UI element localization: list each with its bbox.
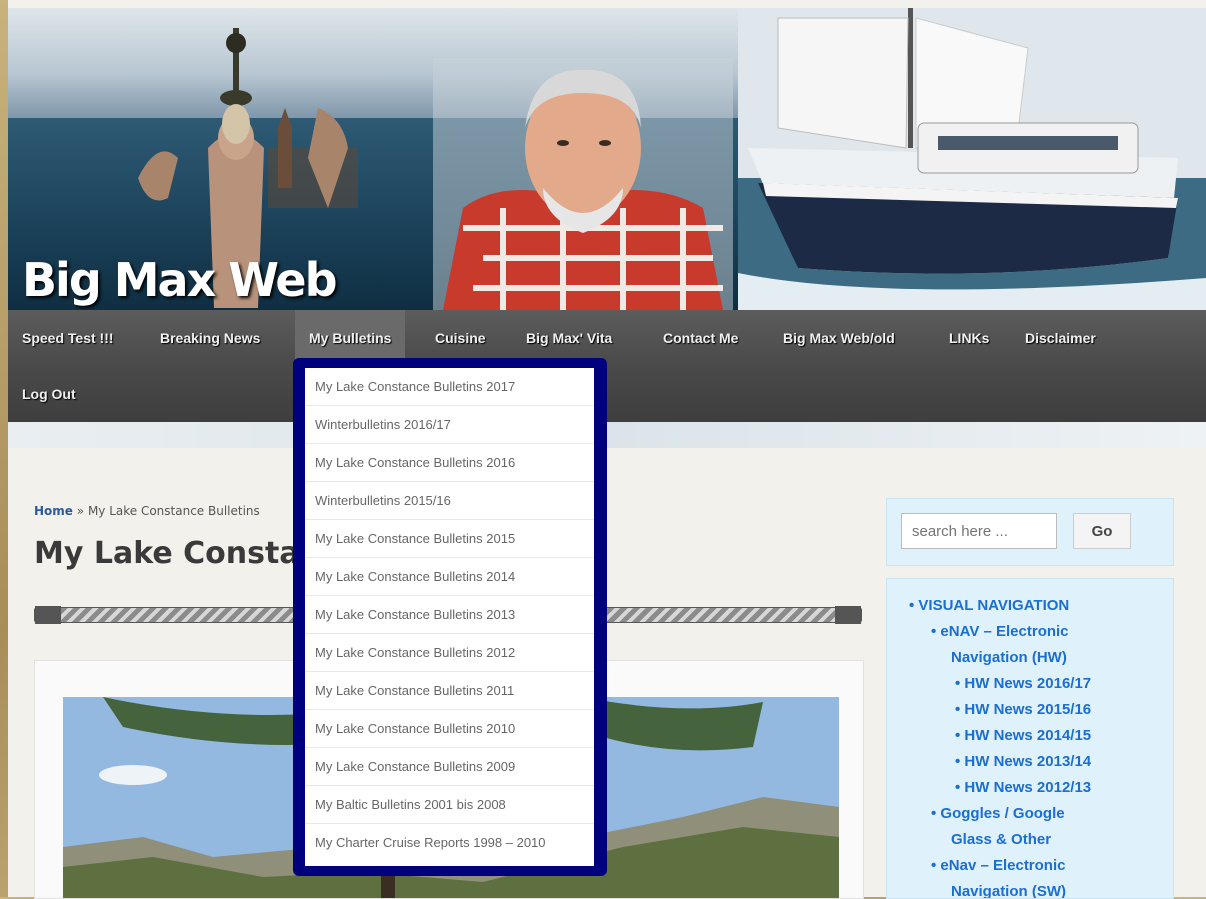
main-nav: Speed Test !!! Breaking News My Bulletin… — [8, 310, 1206, 422]
dropdown-item-lc-2010[interactable]: My Lake Constance Bulletins 2010 — [305, 710, 594, 748]
breadcrumb-home-link[interactable]: Home — [34, 504, 73, 518]
dropdown-item-winter-2015-16[interactable]: Winterbulletins 2015/16 — [305, 482, 594, 520]
sidebar-item-enav-sw[interactable]: • eNav – Electronic — [909, 853, 1169, 879]
dropdown-item-lc-2012[interactable]: My Lake Constance Bulletins 2012 — [305, 634, 594, 672]
dropdown-item-baltic[interactable]: My Baltic Bulletins 2001 bis 2008 — [305, 786, 594, 824]
nav-breaking-news[interactable]: Breaking News — [146, 310, 274, 366]
sidebar-item-hw-news-2013[interactable]: • HW News 2013/14 — [909, 749, 1169, 775]
page-title: My Lake Constan — [34, 536, 321, 571]
sailboat-image — [738, 8, 1206, 310]
dropdown-item-lc-2017[interactable]: My Lake Constance Bulletins 2017 — [305, 368, 594, 406]
page-wrapper: Big Max Web Speed Test !!! Breaking News… — [8, 0, 1206, 899]
sidebar-item-enav-sw-cont[interactable]: Navigation (SW) — [909, 879, 1169, 898]
dropdown-item-lc-2014[interactable]: My Lake Constance Bulletins 2014 — [305, 558, 594, 596]
nav-disclaimer[interactable]: Disclaimer — [1011, 310, 1110, 366]
dropdown-item-lc-2016[interactable]: My Lake Constance Bulletins 2016 — [305, 444, 594, 482]
nav-speed-test[interactable]: Speed Test !!! — [8, 310, 128, 366]
portrait-image — [433, 58, 733, 310]
map-strip — [8, 422, 1206, 448]
sidebar-item-hw-news-2015[interactable]: • HW News 2015/16 — [909, 697, 1169, 723]
sidebar-item-goggles-cont[interactable]: Glass & Other — [909, 827, 1169, 853]
search-widget: Go — [886, 498, 1174, 566]
nav-log-out[interactable]: Log Out — [8, 366, 90, 422]
nav-big-max-web-old[interactable]: Big Max Web/old — [769, 310, 909, 366]
bulletins-dropdown-list: My Lake Constance Bulletins 2017 Winterb… — [305, 368, 594, 866]
dropdown-item-lc-2011[interactable]: My Lake Constance Bulletins 2011 — [305, 672, 594, 710]
dropdown-item-lc-2009[interactable]: My Lake Constance Bulletins 2009 — [305, 748, 594, 786]
bulletins-dropdown: My Lake Constance Bulletins 2017 Winterb… — [293, 358, 607, 876]
nav-links[interactable]: LINKs — [935, 310, 1003, 366]
sidebar-nav: • VISUAL NAVIGATION • eNAV – Electronic … — [886, 578, 1174, 899]
breadcrumb-separator: » — [76, 504, 85, 518]
sidebar-item-visual-navigation[interactable]: • VISUAL NAVIGATION — [909, 593, 1169, 619]
sidebar-item-hw-news-2016[interactable]: • HW News 2016/17 — [909, 671, 1169, 697]
header-banner: Big Max Web — [8, 8, 1206, 310]
nav-contact-me[interactable]: Contact Me — [649, 310, 752, 366]
sidebar-item-enav-hw-cont[interactable]: Navigation (HW) — [909, 645, 1169, 671]
search-go-button[interactable]: Go — [1073, 513, 1131, 549]
breadcrumb: Home » My Lake Constance Bulletins — [34, 504, 260, 518]
breadcrumb-current: My Lake Constance Bulletins — [87, 504, 260, 518]
dropdown-item-lc-2015[interactable]: My Lake Constance Bulletins 2015 — [305, 520, 594, 558]
dropdown-item-lc-2013[interactable]: My Lake Constance Bulletins 2013 — [305, 596, 594, 634]
site-logo[interactable]: Big Max Web — [22, 253, 337, 307]
dropdown-item-charter[interactable]: My Charter Cruise Reports 1998 – 2010 — [305, 824, 594, 862]
sidebar-item-goggles[interactable]: • Goggles / Google — [909, 801, 1169, 827]
search-input[interactable] — [901, 513, 1057, 549]
sidebar-item-hw-news-2012[interactable]: • HW News 2012/13 — [909, 775, 1169, 801]
dropdown-item-winter-2016-17[interactable]: Winterbulletins 2016/17 — [305, 406, 594, 444]
sidebar-item-enav-hw[interactable]: • eNAV – Electronic — [909, 619, 1169, 645]
sidebar-item-hw-news-2014[interactable]: • HW News 2014/15 — [909, 723, 1169, 749]
